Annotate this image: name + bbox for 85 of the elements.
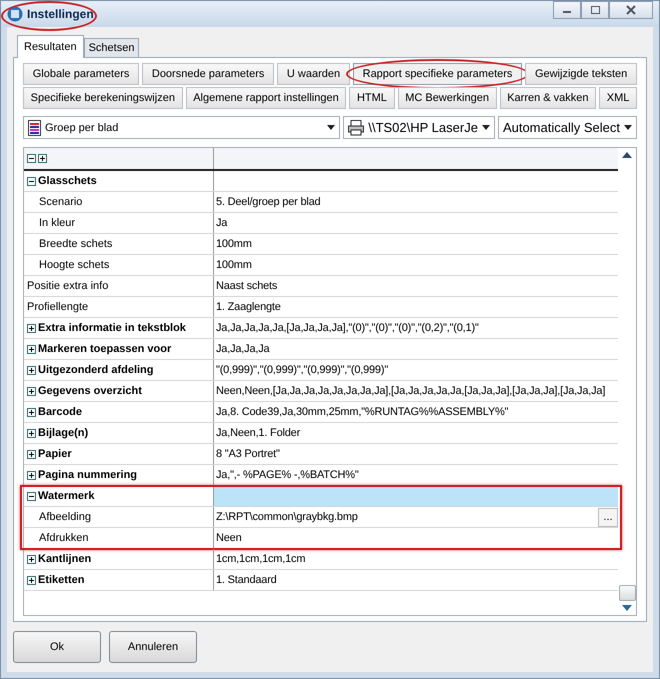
expand-icon[interactable] xyxy=(27,324,36,332)
scroll-up-icon xyxy=(622,152,632,158)
property-name: Gegevens overzicht xyxy=(38,385,142,397)
dialog-button[interactable]: Annuleren xyxy=(109,631,197,663)
expand-icon[interactable] xyxy=(27,576,36,584)
property-value[interactable]: Ja,Neen,1. Folder xyxy=(214,423,618,443)
property-name: Markeren toepassen voor xyxy=(38,343,172,355)
property-value[interactable]: 5. Deel/groep per blad xyxy=(214,192,618,212)
property-value[interactable]: Neen,Neen,[Ja,Ja,Ja,Ja,Ja,Ja,Ja,Ja],[Ja,Ja,Ja,Ja,Ja,[Ja,Ja,Ja],[Ja,Ja,Ja],[Ja,Ja,Ja] xyxy=(214,381,618,401)
maximize-icon xyxy=(589,5,601,15)
section-button[interactable]: Doorsnede parameters xyxy=(142,63,274,85)
expand-icon[interactable] xyxy=(27,408,36,416)
property-value[interactable]: Z:\RPT\common\graybkg.bmp ... xyxy=(214,507,618,527)
property-name: Barcode xyxy=(38,406,82,418)
expand-icon[interactable] xyxy=(27,450,36,458)
scroll-down-icon xyxy=(622,605,632,611)
section-button[interactable]: MC Bewerkingen xyxy=(398,87,497,109)
property-value[interactable]: Ja,8. Code39,Ja,30mm,25mm,"%RUNTAG%%ASSEMBLY%" xyxy=(214,402,618,422)
property-value[interactable]: "(0,999)","(0,999)","(0,999)","(0,999)" xyxy=(214,360,618,380)
expand-icon[interactable] xyxy=(27,428,36,438)
property-name: Watermerk xyxy=(38,490,94,502)
property-name: Uitgezonderd afdeling xyxy=(38,364,154,376)
property-value[interactable]: 1. Standaard xyxy=(214,570,618,590)
section-button[interactable]: Algemene rapport instellingen xyxy=(186,87,346,109)
collapse-icon[interactable] xyxy=(27,176,36,186)
app-icon xyxy=(7,6,23,22)
expand-icon[interactable] xyxy=(27,386,36,396)
section-button[interactable]: Karren & vakken xyxy=(500,87,596,109)
close-button[interactable] xyxy=(609,1,653,19)
property-name: Positie extra info xyxy=(27,280,108,292)
property-value[interactable]: 100mm xyxy=(214,234,618,254)
expand-icon[interactable] xyxy=(27,554,36,564)
property-name: Papier xyxy=(38,448,72,460)
dropdown[interactable]: Groep per blad xyxy=(23,116,340,139)
dropdown[interactable]: \\TS02\HP LaserJe xyxy=(343,116,495,139)
section-button[interactable]: Specifieke berekeningswijzen xyxy=(23,87,183,109)
property-name: Kantlijnen xyxy=(38,553,92,565)
caret-icon xyxy=(624,125,632,130)
property-value[interactable]: 100mm xyxy=(214,255,618,275)
property-name: Breedte schets xyxy=(39,238,112,250)
expand-icon[interactable] xyxy=(27,344,36,354)
property-name: Pagina nummering xyxy=(38,469,138,481)
property-name: Scenario xyxy=(39,196,82,208)
property-name: Extra informatie in tekstblok xyxy=(38,322,186,334)
printer-icon xyxy=(348,120,364,136)
section-button[interactable]: HTML xyxy=(349,87,395,109)
browse-button[interactable]: ... xyxy=(598,508,618,526)
dropdown[interactable]: Automatically Select xyxy=(498,116,637,139)
expand-icon[interactable] xyxy=(27,366,36,374)
property-name: Hoogte schets xyxy=(39,259,110,271)
window-title: Instellingen xyxy=(27,7,94,21)
property-name: In kleur xyxy=(39,217,76,229)
property-value[interactable]: Ja,",- %PAGE% -,%BATCH%" xyxy=(214,465,618,485)
property-value[interactable]: Naast schets xyxy=(214,276,618,296)
property-value[interactable]: 1. Zaaglengte xyxy=(214,297,618,317)
property-value[interactable]: 1cm,1cm,1cm,1cm xyxy=(214,549,618,569)
property-name: Glasschets xyxy=(38,175,97,187)
collapse-all-icon[interactable] xyxy=(27,154,36,163)
caret-icon xyxy=(327,125,336,130)
scroll-thumb[interactable] xyxy=(618,585,636,601)
property-value[interactable]: Ja,Ja,Ja,Ja xyxy=(214,339,618,359)
section-button[interactable]: U waarden xyxy=(277,63,350,85)
expand-icon[interactable] xyxy=(27,470,36,480)
property-value[interactable]: Neen xyxy=(214,528,618,548)
property-name: Bijlage(n) xyxy=(38,427,88,439)
section-button[interactable]: XML xyxy=(599,87,638,109)
collapse-icon[interactable] xyxy=(27,492,36,500)
caret-icon xyxy=(482,125,490,130)
property-value[interactable]: Ja,Ja,Ja,Ja,Ja,[Ja,Ja,Ja,Ja],"(0)","(0)","(0)","(0,2)","(0,1)" xyxy=(214,318,618,338)
section-button[interactable]: Gewijzigde teksten xyxy=(525,63,638,85)
maximize-button[interactable] xyxy=(581,1,609,19)
dialog-button[interactable]: Ok xyxy=(13,631,101,663)
tab[interactable]: Schetsen xyxy=(84,38,140,57)
section-button[interactable]: Globale parameters xyxy=(23,63,140,85)
property-name: Afbeelding xyxy=(39,511,91,523)
property-value[interactable]: Ja xyxy=(214,213,618,233)
minimize-button[interactable] xyxy=(553,1,581,19)
property-name: Profiellengte xyxy=(27,301,88,313)
property-name: Afdrukken xyxy=(39,532,89,544)
close-icon xyxy=(625,5,637,15)
report-icon xyxy=(28,120,41,136)
tab[interactable]: Resultaten xyxy=(17,35,84,58)
property-name: Etiketten xyxy=(38,574,84,586)
expand-all-icon[interactable] xyxy=(38,154,47,163)
property-value[interactable]: 8 "A3 Portret" xyxy=(214,444,618,464)
